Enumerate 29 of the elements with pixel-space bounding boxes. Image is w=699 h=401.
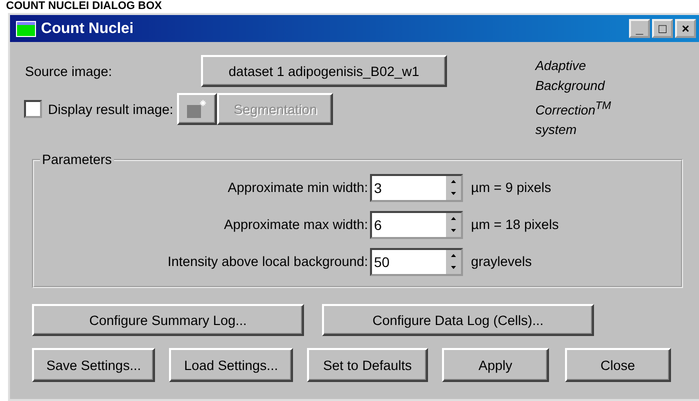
brand-text: Adaptive Background Correction$^{TM}$ system bbox=[535, 57, 611, 140]
figure-caption: COUNT NUCLEI DIALOG BOX bbox=[5, 0, 163, 12]
display-label: Display result image: bbox=[48, 102, 174, 116]
unit-label: µm = 18 pixels bbox=[471, 217, 559, 232]
minimize-button[interactable]: _ bbox=[629, 19, 650, 38]
window-title: Count Nuclei bbox=[41, 20, 134, 37]
window-icon bbox=[16, 20, 36, 36]
checkbox[interactable] bbox=[24, 100, 42, 118]
unit-label: graylevels bbox=[471, 254, 532, 270]
dialog-button[interactable]: Apply bbox=[442, 348, 549, 382]
source-image-button[interactable]: dataset 1 adipogenisis_B02_w1 bbox=[201, 55, 447, 87]
spin-field[interactable]: 3 bbox=[370, 174, 463, 202]
parameter-label: Approximate max width: bbox=[222, 217, 369, 232]
parameter-label: Intensity above local background: bbox=[166, 254, 369, 270]
unit-label: µm = 9 pixels bbox=[471, 180, 552, 196]
close-button[interactable]: × bbox=[675, 19, 696, 38]
configure-log-button[interactable]: Configure Data Log (Cells)... bbox=[322, 304, 594, 336]
source-label: Source image: bbox=[24, 64, 114, 78]
configure-log-button[interactable]: Configure Summary Log... bbox=[32, 304, 304, 336]
image-burst-icon bbox=[186, 99, 208, 119]
dialog-button[interactable]: Set to Defaults bbox=[306, 348, 428, 382]
group-title: Parameters bbox=[41, 152, 113, 168]
maximize-button[interactable]: □ bbox=[652, 19, 673, 38]
dialog-button[interactable]: Load Settings... bbox=[169, 348, 293, 382]
dialog-button[interactable]: Close bbox=[564, 348, 671, 382]
spin-field[interactable]: 50 bbox=[370, 248, 463, 276]
spin-field[interactable]: 6 bbox=[370, 210, 463, 239]
dialog-button[interactable]: Save Settings... bbox=[32, 348, 156, 382]
parameter-label: Approximate min width: bbox=[226, 180, 369, 196]
